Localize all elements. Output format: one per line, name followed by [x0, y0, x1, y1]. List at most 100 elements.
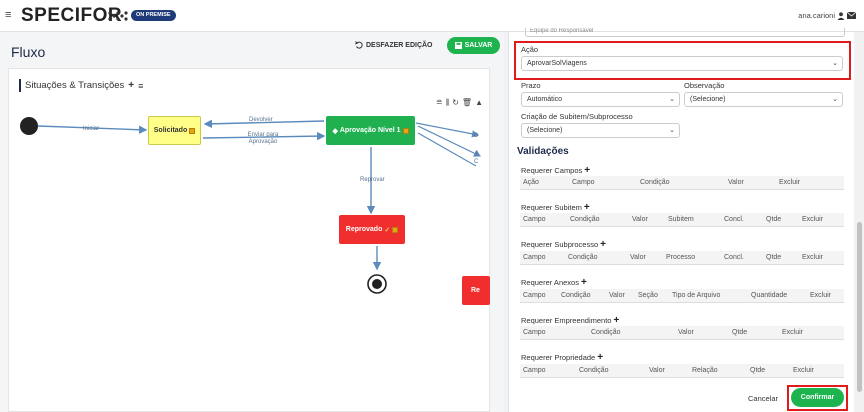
col-header: Excluir — [793, 367, 815, 374]
col-header: Campo — [523, 216, 546, 223]
add-icon[interactable]: + — [584, 165, 590, 175]
col-header: Excluir — [779, 179, 801, 186]
col-header: Qtde — [766, 254, 782, 261]
acao-select[interactable]: AprovarSolViagens ⌄ — [521, 56, 843, 71]
add-icon[interactable]: + — [584, 202, 590, 212]
criacao-value: (Selecione) — [527, 127, 563, 134]
undo-icon — [355, 41, 363, 49]
edge-a — [417, 125, 482, 157]
req-campos-label: Requerer Campos — [521, 166, 583, 175]
node-aprovacao[interactable]: ◆ Aprovação Nível 1 — [326, 116, 415, 145]
hamburger-icon[interactable]: ≡ — [5, 9, 11, 21]
req-campos-title: Requerer Campos + — [521, 165, 590, 175]
req-propriedade-title: Requerer Propriedade + — [521, 352, 603, 362]
add-icon[interactable]: + — [613, 315, 619, 325]
chevron-down-icon: ⌄ — [669, 96, 675, 103]
req-subprocesso-header: Campo Condição Valor Processo Concl. Qtd… — [520, 251, 844, 265]
observacao-label: Observação — [684, 81, 725, 90]
node-partial-label: Re — [471, 287, 480, 294]
end-node-inner — [372, 279, 382, 289]
criacao-select[interactable]: (Selecione) ⌄ — [521, 123, 680, 138]
user-icon — [837, 11, 845, 20]
responsavel-select-partial[interactable]: Equipe do Responsável — [525, 28, 845, 37]
col-header: Campo — [572, 179, 595, 186]
chevron-down-icon: ⌄ — [832, 96, 838, 103]
node-aprovacao-label: Aprovação Nível 1 — [339, 127, 401, 134]
req-propriedade-label: Requerer Propriedade — [521, 353, 596, 362]
edge-label-a: A — [475, 151, 480, 157]
col-header: Campo — [523, 292, 546, 299]
node-solicitado[interactable]: Solicitado — [148, 116, 201, 145]
acao-label: Ação — [521, 45, 539, 54]
col-header: Excluir — [810, 292, 832, 299]
prazo-select[interactable]: Automático ⌄ — [521, 92, 680, 107]
col-header: Condição — [579, 367, 609, 374]
node-solicitado-label: Solicitado — [153, 127, 188, 134]
add-icon[interactable]: + — [597, 352, 603, 362]
col-header: Concl. — [724, 254, 744, 261]
col-header: Relação — [692, 367, 718, 374]
req-empreendimento-header: Campo Condição Valor Qtde Excluir — [520, 326, 844, 340]
col-header: Qtde — [732, 329, 748, 336]
cancel-button[interactable]: Cancelar — [748, 394, 778, 403]
col-header: Condição — [568, 254, 598, 261]
col-header: Seção — [638, 292, 658, 299]
col-header: Excluir — [802, 254, 824, 261]
col-header: Condição — [591, 329, 621, 336]
observacao-select[interactable]: (Selecione) ⌄ — [684, 92, 843, 107]
col-header: Valor — [632, 216, 648, 223]
col-header: Condição — [640, 179, 670, 186]
mail-icon[interactable] — [847, 12, 856, 19]
add-icon[interactable]: + — [600, 239, 606, 249]
col-header: Valor — [609, 292, 625, 299]
flow-diagram: Solicitado ◆ Aprovação Nível 1 Reprovado… — [8, 78, 490, 412]
save-label: SALVAR — [464, 42, 493, 49]
col-header: Valor — [630, 254, 646, 261]
node-reprovado[interactable]: Reprovado ✓ — [339, 215, 405, 244]
edge-label-devolver: Devolver — [249, 117, 273, 123]
undo-edit-button[interactable]: DESFAZER EDIÇÃO — [355, 41, 433, 49]
col-header: Qtde — [750, 367, 766, 374]
edge-label-d: D — [474, 133, 479, 139]
diamond-icon: ◆ — [332, 127, 338, 135]
page-title: Fluxo — [11, 44, 46, 60]
right-scrollbar[interactable] — [856, 32, 864, 412]
req-anexos-header: Campo Condição Valor Seção Tipo de Arqui… — [520, 289, 844, 303]
req-propriedade-header: Campo Condição Valor Relação Qtde Exclui… — [520, 364, 844, 378]
observacao-value: (Selecione) — [690, 96, 726, 103]
validacoes-title: Validações — [517, 146, 569, 157]
req-subitem-title: Requerer Subitem + — [521, 202, 590, 212]
req-anexos-label: Requerer Anexos — [521, 278, 579, 287]
req-subprocesso-title: Requerer Subprocesso + — [521, 239, 606, 249]
col-header: Valor — [649, 367, 665, 374]
col-header: Condição — [561, 292, 591, 299]
brand-logo[interactable]: SPECIFOR — [21, 6, 122, 26]
save-button[interactable]: SALVAR — [447, 37, 500, 54]
req-subitem-label: Requerer Subitem — [521, 203, 582, 212]
col-header: Concl. — [724, 216, 744, 223]
add-icon[interactable]: + — [581, 277, 587, 287]
col-header: Condição — [570, 216, 600, 223]
transition-config-panel: Equipe do Responsável Ação AprovarSolVia… — [508, 28, 854, 412]
edge-label-reprovar: Reprovar — [360, 177, 385, 183]
confirm-button[interactable]: Confirmar — [791, 388, 844, 407]
scrollbar-thumb[interactable] — [857, 222, 862, 392]
col-header: Processo — [666, 254, 696, 261]
diagram-edges — [20, 117, 482, 294]
col-header: Excluir — [802, 216, 824, 223]
logo-dots-icon — [108, 11, 128, 21]
req-campos-header: Ação Campo Condição Valor Excluir — [520, 176, 844, 190]
req-subprocesso-label: Requerer Subprocesso — [521, 240, 599, 249]
check-icon: ✓ — [384, 226, 391, 234]
col-header: Campo — [523, 254, 546, 261]
chevron-down-icon: ⌄ — [669, 127, 675, 134]
col-header: Tipo de Arquivo — [672, 292, 721, 299]
col-header: Quantidade — [751, 292, 788, 299]
col-header: Campo — [523, 329, 546, 336]
user-menu[interactable]: ana.carioni — [798, 11, 856, 20]
node-partial[interactable]: Re — [462, 276, 490, 305]
req-empreendimento-label: Requerer Empreendimento — [521, 316, 612, 325]
req-anexos-title: Requerer Anexos + — [521, 277, 587, 287]
floppy-icon — [454, 42, 462, 49]
on-premise-badge: ON PREMISE — [131, 10, 176, 21]
